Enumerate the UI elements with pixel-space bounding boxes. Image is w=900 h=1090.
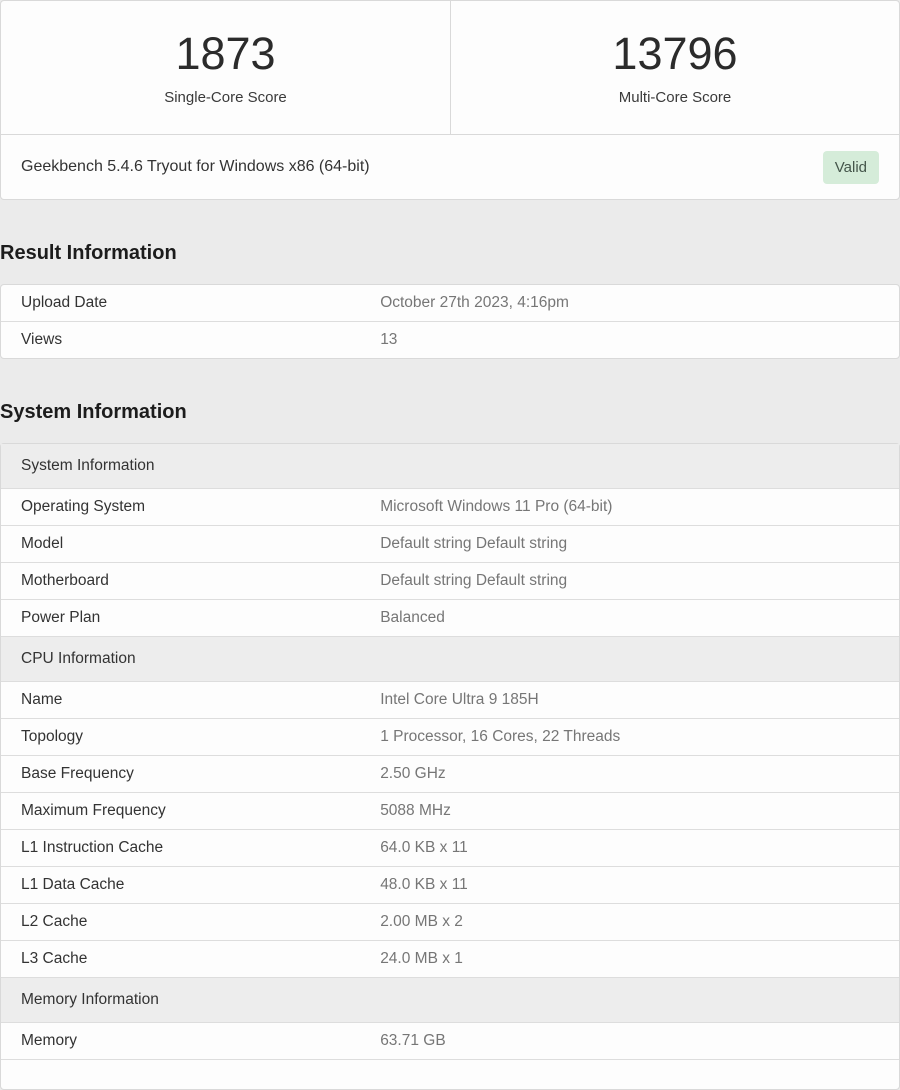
single-core-score-label: Single-Core Score: [164, 89, 287, 106]
table-group-header-row: CPU Information: [1, 636, 899, 681]
single-core-score-value: 1873: [175, 29, 275, 79]
row-value: 1 Processor, 16 Cores, 22 Threads: [360, 718, 899, 755]
row-label: L2 Cache: [1, 903, 360, 940]
result-information-heading: Result Information: [0, 242, 900, 265]
row-label: Maximum Frequency: [1, 792, 360, 829]
table-row: Topology1 Processor, 16 Cores, 22 Thread…: [1, 718, 899, 755]
row-label: L1 Instruction Cache: [1, 829, 360, 866]
row-label: L3 Cache: [1, 940, 360, 977]
score-card: 1873 Single-Core Score 13796 Multi-Core …: [0, 0, 900, 200]
row-label: Model: [1, 525, 360, 562]
table-row: Maximum Frequency5088 MHz: [1, 792, 899, 829]
table-row: L1 Data Cache48.0 KB x 11: [1, 866, 899, 903]
benchmark-title-bar: Geekbench 5.4.6 Tryout for Windows x86 (…: [1, 134, 899, 199]
row-partial-cell: [1, 1059, 899, 1089]
result-information-table: Upload DateOctober 27th 2023, 4:16pmView…: [0, 284, 900, 359]
single-core-score-cell: 1873 Single-Core Score: [1, 1, 450, 134]
row-label: Base Frequency: [1, 755, 360, 792]
table-row: Views13: [1, 321, 899, 358]
benchmark-title: Geekbench 5.4.6 Tryout for Windows x86 (…: [21, 158, 370, 176]
table-group-header-row: Memory Information: [1, 977, 899, 1022]
table-row: Power PlanBalanced: [1, 599, 899, 636]
row-value: 63.71 GB: [360, 1022, 899, 1059]
system-information-heading: System Information: [0, 401, 900, 424]
group-header-label: Memory Information: [1, 977, 899, 1022]
row-value: Default string Default string: [360, 562, 899, 599]
row-value: 48.0 KB x 11: [360, 866, 899, 903]
valid-badge: Valid: [823, 151, 879, 184]
table-row: MotherboardDefault string Default string: [1, 562, 899, 599]
row-label: L1 Data Cache: [1, 866, 360, 903]
row-value: 13: [360, 321, 899, 358]
row-value: 5088 MHz: [360, 792, 899, 829]
table-row: L1 Instruction Cache64.0 KB x 11: [1, 829, 899, 866]
score-row: 1873 Single-Core Score 13796 Multi-Core …: [1, 1, 899, 134]
system-information-table: System InformationOperating SystemMicros…: [0, 443, 900, 1090]
group-header-label: CPU Information: [1, 636, 899, 681]
row-label: Memory: [1, 1022, 360, 1059]
row-value: 2.50 GHz: [360, 755, 899, 792]
group-header-label: System Information: [1, 444, 899, 488]
row-value: Microsoft Windows 11 Pro (64-bit): [360, 488, 899, 525]
geekbench-result-page: { "scores": [ { "value": "1873", "label"…: [0, 0, 900, 1060]
table-row-partial: [1, 1059, 899, 1089]
row-value: 64.0 KB x 11: [360, 829, 899, 866]
table-row: L2 Cache2.00 MB x 2: [1, 903, 899, 940]
table-group-header-row: System Information: [1, 444, 899, 488]
row-label: Power Plan: [1, 599, 360, 636]
row-value: Default string Default string: [360, 525, 899, 562]
table-row: ModelDefault string Default string: [1, 525, 899, 562]
table-row: Upload DateOctober 27th 2023, 4:16pm: [1, 285, 899, 321]
row-value: Intel Core Ultra 9 185H: [360, 681, 899, 718]
table-row: L3 Cache24.0 MB x 1: [1, 940, 899, 977]
table-row: Memory63.71 GB: [1, 1022, 899, 1059]
row-label: Views: [1, 321, 360, 358]
table-row: NameIntel Core Ultra 9 185H: [1, 681, 899, 718]
row-value: 2.00 MB x 2: [360, 903, 899, 940]
row-label: Name: [1, 681, 360, 718]
row-value: Balanced: [360, 599, 899, 636]
multi-core-score-value: 13796: [612, 29, 737, 79]
row-label: Operating System: [1, 488, 360, 525]
row-label: Topology: [1, 718, 360, 755]
table-row: Base Frequency2.50 GHz: [1, 755, 899, 792]
row-value: 24.0 MB x 1: [360, 940, 899, 977]
multi-core-score-label: Multi-Core Score: [619, 89, 732, 106]
result-information-table-body: Upload DateOctober 27th 2023, 4:16pmView…: [1, 285, 899, 358]
multi-core-score-cell: 13796 Multi-Core Score: [450, 1, 899, 134]
row-label: Upload Date: [1, 285, 360, 321]
table-row: Operating SystemMicrosoft Windows 11 Pro…: [1, 488, 899, 525]
row-label: Motherboard: [1, 562, 360, 599]
system-information-table-body: System InformationOperating SystemMicros…: [1, 444, 899, 1089]
row-value: October 27th 2023, 4:16pm: [360, 285, 899, 321]
